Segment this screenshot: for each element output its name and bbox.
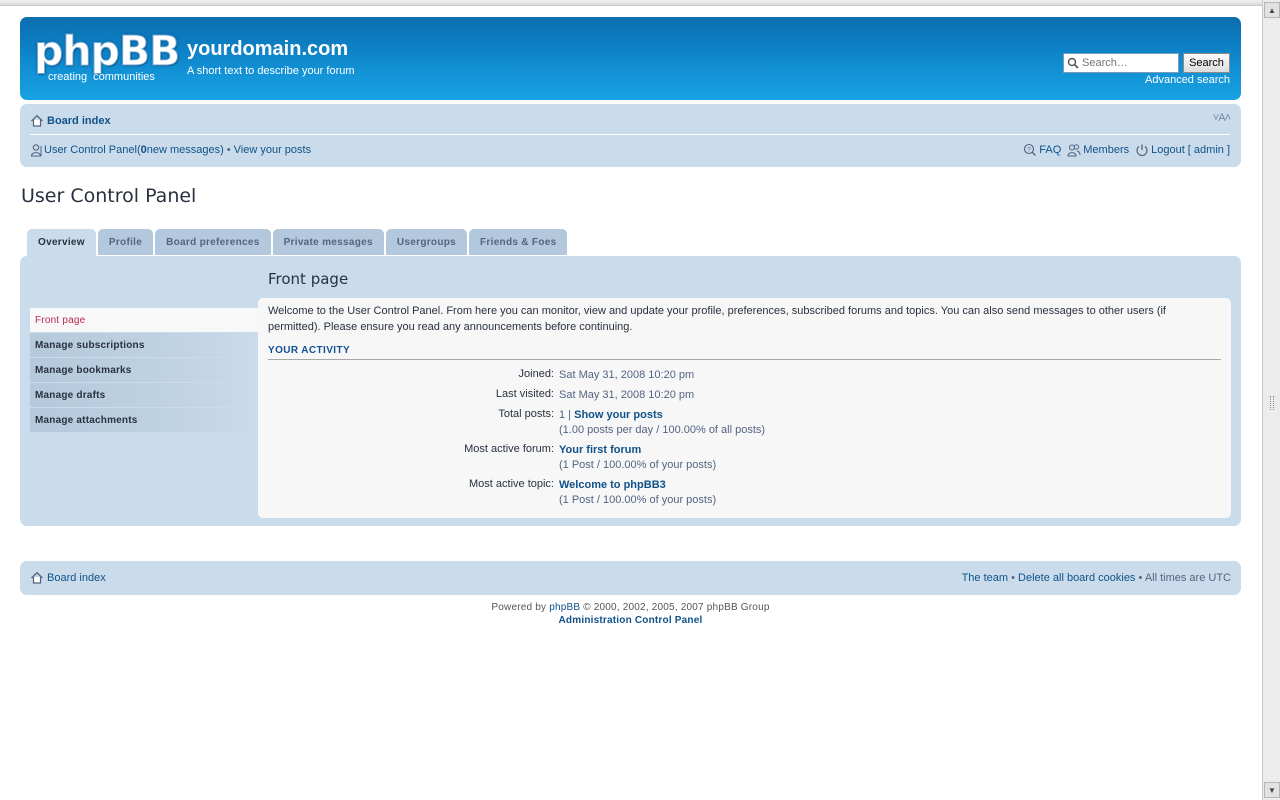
tab-profile[interactable]: Profile xyxy=(97,229,154,255)
members-item[interactable]: Members xyxy=(1067,143,1129,157)
faq-icon: ? xyxy=(1024,143,1037,156)
page-title: User Control Panel xyxy=(21,185,197,207)
joined-value: Sat May 31, 2008 10:20 pm xyxy=(559,369,695,381)
user-icon xyxy=(30,144,42,157)
joined-label: Joined: xyxy=(518,368,554,380)
members-icon xyxy=(1067,144,1081,157)
tab-friends-foes[interactable]: Friends & Foes xyxy=(469,229,568,255)
last-visited-value: Sat May 31, 2008 10:20 pm xyxy=(559,389,695,401)
logo-text: phpBB xyxy=(33,27,180,75)
site-description: A short text to describe your forum xyxy=(187,65,355,77)
active-topic-stats: (1 Post / 100.00% of your posts) xyxy=(559,494,717,506)
show-posts-link[interactable]: Show your posts xyxy=(574,409,663,421)
user-links: User Control Panel (0 new messages) • Vi… xyxy=(30,143,311,157)
scroll-down-arrow-icon[interactable]: ▼ xyxy=(1264,782,1280,798)
active-topic-label: Most active topic: xyxy=(469,478,554,490)
ucp-panel: Front page Manage subscriptions Manage b… xyxy=(20,256,1241,526)
menu-item-manage-drafts[interactable]: Manage drafts xyxy=(30,383,258,407)
tab-overview[interactable]: Overview xyxy=(27,229,96,256)
font-increase-icon[interactable]: ˄ xyxy=(1225,112,1232,124)
delete-cookies-link[interactable]: Delete all board cookies xyxy=(1018,572,1135,584)
active-forum-label: Most active forum: xyxy=(464,443,554,455)
footer-board-index-link[interactable]: Board index xyxy=(47,572,106,584)
search-field[interactable] xyxy=(1082,57,1178,69)
active-topic-link[interactable]: Welcome to phpBB3 xyxy=(559,479,666,491)
content-box: Welcome to the User Control Panel. From … xyxy=(258,298,1231,518)
vertical-scrollbar[interactable]: ▲ ▼ xyxy=(1262,0,1280,800)
phpbb-link[interactable]: phpBB xyxy=(549,602,580,613)
logout-link[interactable]: Logout [ admin ] xyxy=(1151,144,1230,156)
scrollbar-grip[interactable] xyxy=(1270,396,1274,410)
font-size-toggle[interactable]: ˅A˄ xyxy=(1213,112,1232,124)
menu-item-front-page[interactable]: Front page xyxy=(30,308,258,332)
menu-item-manage-bookmarks[interactable]: Manage bookmarks xyxy=(30,358,258,382)
phpbb-logo[interactable]: phpBB creating communities xyxy=(33,27,180,87)
footer-nav: Board index The team • Delete all board … xyxy=(20,561,1241,595)
timezone-text: All times are UTC xyxy=(1144,572,1231,584)
total-posts-value: 1 | Show your posts (1.00 posts per day … xyxy=(559,408,765,438)
scroll-up-arrow-icon[interactable]: ▲ xyxy=(1264,2,1280,18)
logo-tagline: creating communities xyxy=(48,71,161,83)
home-icon xyxy=(31,114,43,127)
breadcrumb: Board index ˅A˄ xyxy=(30,112,1232,130)
faq-link[interactable]: FAQ xyxy=(1039,144,1061,156)
active-topic-value: Welcome to phpBB3 (1 Post / 100.00% of y… xyxy=(559,478,716,508)
logo-tagline-2: communities xyxy=(93,71,155,83)
copyright: Powered by phpBB © 2000, 2002, 2005, 200… xyxy=(0,601,1261,627)
nav-bullet: • xyxy=(226,144,231,156)
logo-tagline-1: creating xyxy=(48,71,88,83)
content-title: Front page xyxy=(268,270,349,288)
nav-right-links: ? FAQ Members Logout [ admin ] xyxy=(1023,143,1230,157)
the-team-link[interactable]: The team xyxy=(962,572,1008,584)
tab-usergroups[interactable]: Usergroups xyxy=(385,229,468,255)
tab-private-messages[interactable]: Private messages xyxy=(272,229,384,255)
footer-breadcrumb: Board index xyxy=(30,571,106,585)
members-link[interactable]: Members xyxy=(1083,144,1129,156)
active-forum-value: Your first forum (1 Post / 100.00% of yo… xyxy=(559,443,716,473)
intro-text: Welcome to the User Control Panel. From … xyxy=(268,305,1166,333)
menu-item-manage-subscriptions[interactable]: Manage subscriptions xyxy=(30,333,258,357)
acp-link[interactable]: Administration Control Panel xyxy=(559,615,703,626)
copyright-text: © 2000, 2002, 2005, 2007 phpBB Group xyxy=(583,602,770,613)
advanced-search-link[interactable]: Advanced search xyxy=(1145,74,1230,86)
powered-by-text: Powered by xyxy=(491,602,547,613)
browser-top-strip xyxy=(0,0,1262,6)
search-icon xyxy=(1067,57,1079,69)
search-button[interactable]: Search xyxy=(1183,53,1230,73)
site-name: yourdomain.com xyxy=(187,38,349,60)
svg-text:?: ? xyxy=(1027,146,1031,153)
footer-bullet-2: • xyxy=(1138,572,1143,584)
menu-item-manage-attachments[interactable]: Manage attachments xyxy=(30,408,258,432)
new-messages-link[interactable]: new messages) xyxy=(147,144,224,156)
search-input[interactable] xyxy=(1063,53,1179,73)
ucp-link[interactable]: User Control Panel xyxy=(44,144,137,156)
total-posts-separator: | xyxy=(565,409,575,421)
navbar: Board index ˅A˄ User Control Panel (0 ne… xyxy=(20,104,1241,167)
board-index-link[interactable]: Board index xyxy=(47,115,111,127)
activity-heading: YOUR ACTIVITY xyxy=(268,345,1221,360)
site-header: phpBB creating communities yourdomain.com… xyxy=(20,17,1241,100)
footer-bullet-1: • xyxy=(1011,572,1015,584)
ucp-side-menu: Front page Manage subscriptions Manage b… xyxy=(30,308,258,433)
view-posts-link[interactable]: View your posts xyxy=(234,144,311,156)
active-forum-stats: (1 Post / 100.00% of your posts) xyxy=(559,459,717,471)
faq-item[interactable]: ? FAQ xyxy=(1023,143,1061,157)
posts-stats: (1.00 posts per day / 100.00% of all pos… xyxy=(559,424,766,436)
footer-links: The team • Delete all board cookies • Al… xyxy=(962,572,1231,584)
active-forum-link[interactable]: Your first forum xyxy=(559,444,641,456)
home-icon xyxy=(31,571,43,584)
last-visited-label: Last visited: xyxy=(495,388,554,400)
tab-board-preferences[interactable]: Board preferences xyxy=(155,229,271,255)
user-nav-row: User Control Panel (0 new messages) • Vi… xyxy=(30,141,1230,159)
nav-divider xyxy=(30,134,1230,135)
total-posts-label: Total posts: xyxy=(498,408,554,420)
power-icon xyxy=(1136,144,1148,157)
logout-item[interactable]: Logout [ admin ] xyxy=(1135,143,1230,157)
ucp-tabs: Overview Profile Board preferences Priva… xyxy=(27,229,568,256)
